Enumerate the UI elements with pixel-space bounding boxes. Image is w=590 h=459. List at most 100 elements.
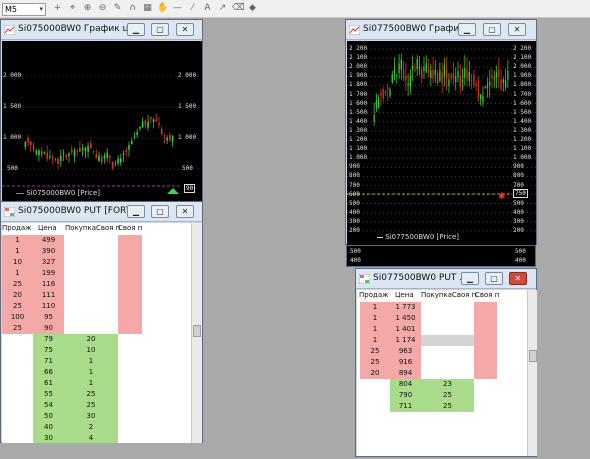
y-tick: 400 <box>349 208 360 216</box>
ask-own <box>118 257 142 268</box>
text-icon[interactable]: A <box>202 3 213 14</box>
plus-icon[interactable]: + <box>52 3 63 14</box>
y-tick: 800 <box>349 172 360 180</box>
line-icon[interactable]: — <box>172 3 183 14</box>
candle-body <box>160 129 163 135</box>
hand-icon[interactable]: ✋ <box>157 3 168 14</box>
chart-right-titlebar[interactable]: Si077500BW0 Графи... ▁ ▢ ✕ <box>346 20 536 40</box>
ask-own <box>118 246 142 257</box>
orderbook-right-table[interactable]: Продаж Цена ПокупкаСвоя п Своя п 11 773 1… <box>357 290 537 456</box>
y-tick-right: 900 <box>513 163 524 171</box>
bid-price: 30 <box>33 433 64 443</box>
candle-body <box>114 163 117 165</box>
timeframe-select[interactable]: M5 ▾ <box>2 3 46 16</box>
candle-body <box>418 66 421 70</box>
ask-qty: 1 <box>360 324 390 335</box>
candle-body <box>493 77 495 79</box>
close-button[interactable]: ✕ <box>509 272 527 285</box>
arrow-icon[interactable]: ↗ <box>217 3 228 14</box>
orderbook-window-right[interactable]: Si077500BW0 PUT ... ▁ ▢ ✕ Продаж Цена По… <box>355 268 537 457</box>
ask-price: 1 450 <box>390 313 421 324</box>
candle-body <box>393 69 396 76</box>
scrollbar-thumb[interactable] <box>529 350 537 362</box>
candle-body <box>407 83 409 85</box>
ask-price: 90 <box>33 323 64 334</box>
candle-body <box>421 69 423 78</box>
bid-price: 54 <box>33 400 64 411</box>
ask-qty: 1 <box>2 235 33 246</box>
candle-body <box>100 156 103 163</box>
candle-body <box>441 72 443 84</box>
pencil-icon[interactable]: ✎ <box>112 3 123 14</box>
magnet-icon[interactable]: ∩ <box>127 3 138 14</box>
bid-qty: 1 <box>64 367 118 378</box>
trend-icon[interactable]: ⁄ <box>187 3 198 14</box>
orderbook-left-titlebar[interactable]: Si075000BW0 PUT [FORT... ▁ ▢ ✕ <box>1 202 202 222</box>
candle-body <box>396 75 398 77</box>
close-button[interactable]: ✕ <box>508 23 526 36</box>
bid-own <box>118 345 142 356</box>
diamond-icon[interactable]: ◆ <box>247 3 258 14</box>
orderbook-right-titlebar[interactable]: Si077500BW0 PUT ... ▁ ▢ ✕ <box>356 269 536 289</box>
candle-body <box>479 94 482 100</box>
bid-price: 66 <box>33 367 64 378</box>
ask-own <box>474 357 497 368</box>
close-button[interactable]: ✕ <box>176 23 194 36</box>
candle-body <box>416 58 418 70</box>
bid-price: 71 <box>33 356 64 367</box>
scrollbar[interactable] <box>527 290 537 456</box>
candle-body <box>95 154 98 158</box>
zoom-out-icon[interactable]: ⊖ <box>97 3 108 14</box>
ask-buy <box>421 324 474 335</box>
crosshair-icon[interactable]: ⌖ <box>67 3 78 14</box>
candle-body <box>468 72 471 82</box>
chart-left-titlebar[interactable]: Si075000BW0 График це... ▁ ▢ ✕ <box>1 20 202 40</box>
bid-own <box>118 389 142 400</box>
orderbook-window-left[interactable]: Si075000BW0 PUT [FORT... ▁ ▢ ✕ Продаж Це… <box>0 201 203 443</box>
maximize-button[interactable]: ▢ <box>485 272 503 285</box>
minimize-button[interactable]: ▁ <box>461 272 479 285</box>
chart-right-svg: ✱ <box>347 48 536 232</box>
erase-icon[interactable]: ⌫ <box>232 3 245 14</box>
chart-window-right[interactable]: Si077500BW0 Графи... ▁ ▢ ✕ ✱ 2 200 2 200 2… <box>345 19 537 245</box>
chart-window-left[interactable]: Si075000BW0 График це... ▁ ▢ ✕ 2 000 1 5… <box>0 19 203 202</box>
chart-right-title: Si077500BW0 Графи... <box>363 24 468 34</box>
scrollbar[interactable] <box>191 223 202 443</box>
ask-price: 1 401 <box>390 324 421 335</box>
candle-body <box>439 69 441 82</box>
trade-marker: ✱ <box>498 192 506 202</box>
y-tick: 1 000 <box>3 134 22 141</box>
bid-own <box>118 356 142 367</box>
ask-buy <box>64 279 118 290</box>
y-tick-right: 1 100 <box>513 145 532 153</box>
candle-body <box>380 92 382 96</box>
orderbook-left-title: Si075000BW0 PUT [FORT... <box>18 206 139 216</box>
col-sell: Продаж <box>359 291 389 299</box>
chart-left-svg <box>2 75 202 194</box>
bid-own <box>118 422 142 433</box>
bid-own <box>474 401 497 412</box>
y-tick-right: 1 900 <box>513 72 532 80</box>
y-tick: 2 100 <box>349 54 368 62</box>
chart-left-plot[interactable]: 2 000 1 500 1 000 500 2 000 1 500 1 000 … <box>2 41 202 201</box>
y-tick-right: 1 000 <box>178 134 197 141</box>
fill-icon[interactable]: ▦ <box>142 3 153 14</box>
maximize-button[interactable]: ▢ <box>483 23 501 36</box>
legend-label: Si075000BW0 [Price] <box>26 189 101 197</box>
zoom-in-icon[interactable]: ⊕ <box>82 3 93 14</box>
maximize-button[interactable]: ▢ <box>151 205 169 218</box>
minimize-button[interactable]: ▁ <box>458 23 476 36</box>
maximize-button[interactable]: ▢ <box>151 23 169 36</box>
ask-own <box>118 323 142 334</box>
bid-sell <box>2 400 33 411</box>
candle-body <box>166 137 168 141</box>
scrollbar-thumb[interactable] <box>193 325 201 337</box>
candle-body <box>430 70 432 78</box>
chart-right-plot[interactable]: ✱ 2 200 2 200 2 100 2 100 2 000 2 000 1 900 1 9… <box>347 41 536 245</box>
minimize-button[interactable]: ▁ <box>127 205 145 218</box>
chart-window-icon <box>4 25 15 35</box>
close-button[interactable]: ✕ <box>176 205 194 218</box>
minimize-button[interactable]: ▁ <box>127 23 145 36</box>
candle-body <box>459 76 461 88</box>
orderbook-left-table[interactable]: Продаж Цена ПокупкаСвоя п Своя п 1 499 1 39… <box>2 223 202 443</box>
